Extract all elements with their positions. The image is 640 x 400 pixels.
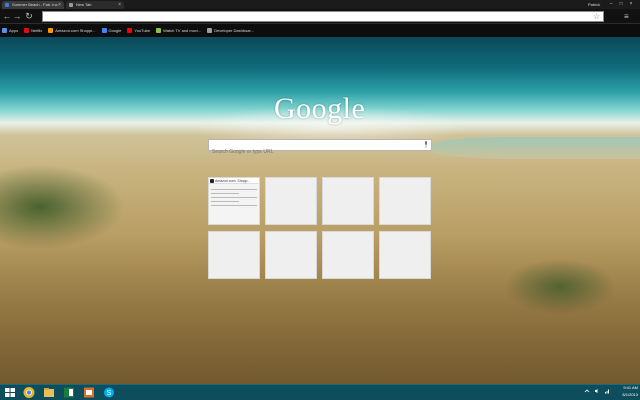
bookmark-google[interactable]: Google: [101, 28, 122, 33]
browser-toolbar: ← → ↻: [0, 9, 640, 29]
most-visited-tile[interactable]: [379, 231, 431, 279]
most-visited-tile[interactable]: [322, 177, 374, 225]
tab-summer-beach[interactable]: Summer Beach - Fab. Inc. ×: [2, 1, 64, 9]
bookmark-label: Amazon.com Shoppi...: [55, 28, 96, 33]
bookmarks-bar: Apps Netflix Amazon.com Shoppi... Google…: [0, 24, 640, 37]
most-visited-tile[interactable]: [265, 177, 317, 225]
chevron-up-icon[interactable]: [584, 388, 590, 394]
volume-icon[interactable]: [594, 388, 600, 394]
new-tab-page: [0, 37, 640, 384]
amazon-icon: [210, 179, 214, 183]
bookmark-watch-tv[interactable]: Watch TV and movi...: [156, 28, 201, 33]
most-visited-tile[interactable]: [208, 231, 260, 279]
document-icon: [207, 28, 213, 33]
network-icon[interactable]: [604, 388, 610, 394]
bookmark-amazon[interactable]: Amazon.com Shoppi...: [48, 28, 96, 33]
tab-title: Summer Beach - Fab. Inc.: [12, 2, 59, 7]
svg-text:S: S: [107, 390, 112, 397]
omnibox[interactable]: [42, 11, 604, 29]
tab-close-icon[interactable]: ×: [58, 1, 61, 9]
forward-icon[interactable]: →: [12, 11, 22, 21]
clock-date[interactable]: 8/1/2013: [618, 391, 638, 399]
profile-name[interactable]: Patrick: [588, 0, 600, 9]
bookmark-star-icon[interactable]: ☆: [593, 9, 600, 24]
most-visited-tile-amazon[interactable]: Amazon.com: Shopp...: [208, 177, 260, 225]
maximize-icon[interactable]: □: [616, 1, 626, 7]
outlook-icon[interactable]: [82, 386, 96, 399]
bookmark-label: Watch TV and movi...: [163, 28, 202, 33]
background-sand: [0, 237, 640, 384]
youtube-icon: [127, 28, 133, 33]
bookmark-netflix[interactable]: Netflix: [24, 28, 42, 33]
windows-taskbar: S: [0, 384, 640, 400]
microphone-icon[interactable]: [424, 141, 428, 148]
tile-thumbnail: [209, 184, 259, 211]
bookmark-apps[interactable]: Apps: [2, 28, 18, 33]
bookmark-label: Developer Dashboar...: [214, 28, 254, 33]
search-input[interactable]: [209, 147, 431, 157]
bookmark-label: Apps: [9, 28, 19, 33]
bookmark-youtube[interactable]: YouTube: [127, 28, 150, 33]
google-logo: Google: [274, 92, 366, 125]
apps-grid-icon: [2, 28, 7, 33]
minimize-icon[interactable]: –: [606, 1, 616, 7]
title-bar: Summer Beach - Fab. Inc. × New Tab × Pat…: [0, 0, 640, 9]
reload-icon[interactable]: ↻: [24, 11, 34, 21]
amazon-icon: [48, 28, 54, 33]
chrome-icon[interactable]: [22, 386, 36, 399]
tab-title: New Tab: [76, 2, 92, 7]
tab-favicon-icon: [5, 3, 9, 7]
tv-icon: [156, 28, 162, 33]
file-explorer-icon[interactable]: [42, 386, 56, 399]
netflix-icon: [24, 28, 30, 33]
tab-new-tab[interactable]: New Tab ×: [66, 1, 124, 9]
bookmark-label: Netflix: [31, 28, 43, 33]
search-box[interactable]: [208, 139, 432, 157]
most-visited-tile[interactable]: [265, 231, 317, 279]
tile-title: Amazon.com: Shopp...: [215, 179, 251, 183]
tab-close-icon[interactable]: ×: [118, 1, 121, 9]
close-window-icon[interactable]: ×: [626, 1, 636, 7]
tab-favicon-icon: [69, 3, 73, 7]
excel-icon[interactable]: [62, 386, 76, 399]
skype-icon[interactable]: S: [102, 386, 116, 399]
windows-start-icon[interactable]: [3, 386, 17, 399]
most-visited-tile[interactable]: [379, 177, 431, 225]
google-icon: [101, 28, 107, 33]
bookmark-label: YouTube: [134, 28, 151, 33]
back-icon[interactable]: ←: [2, 11, 12, 21]
bookmark-developer-dashboard[interactable]: Developer Dashboar...: [207, 28, 254, 33]
most-visited-tile[interactable]: [322, 231, 374, 279]
chrome-menu-icon[interactable]: ≡: [624, 10, 629, 23]
bookmark-label: Google: [108, 28, 122, 33]
tile-title-bar: Amazon.com: Shopp...: [209, 178, 259, 184]
background-shore: [430, 137, 640, 159]
